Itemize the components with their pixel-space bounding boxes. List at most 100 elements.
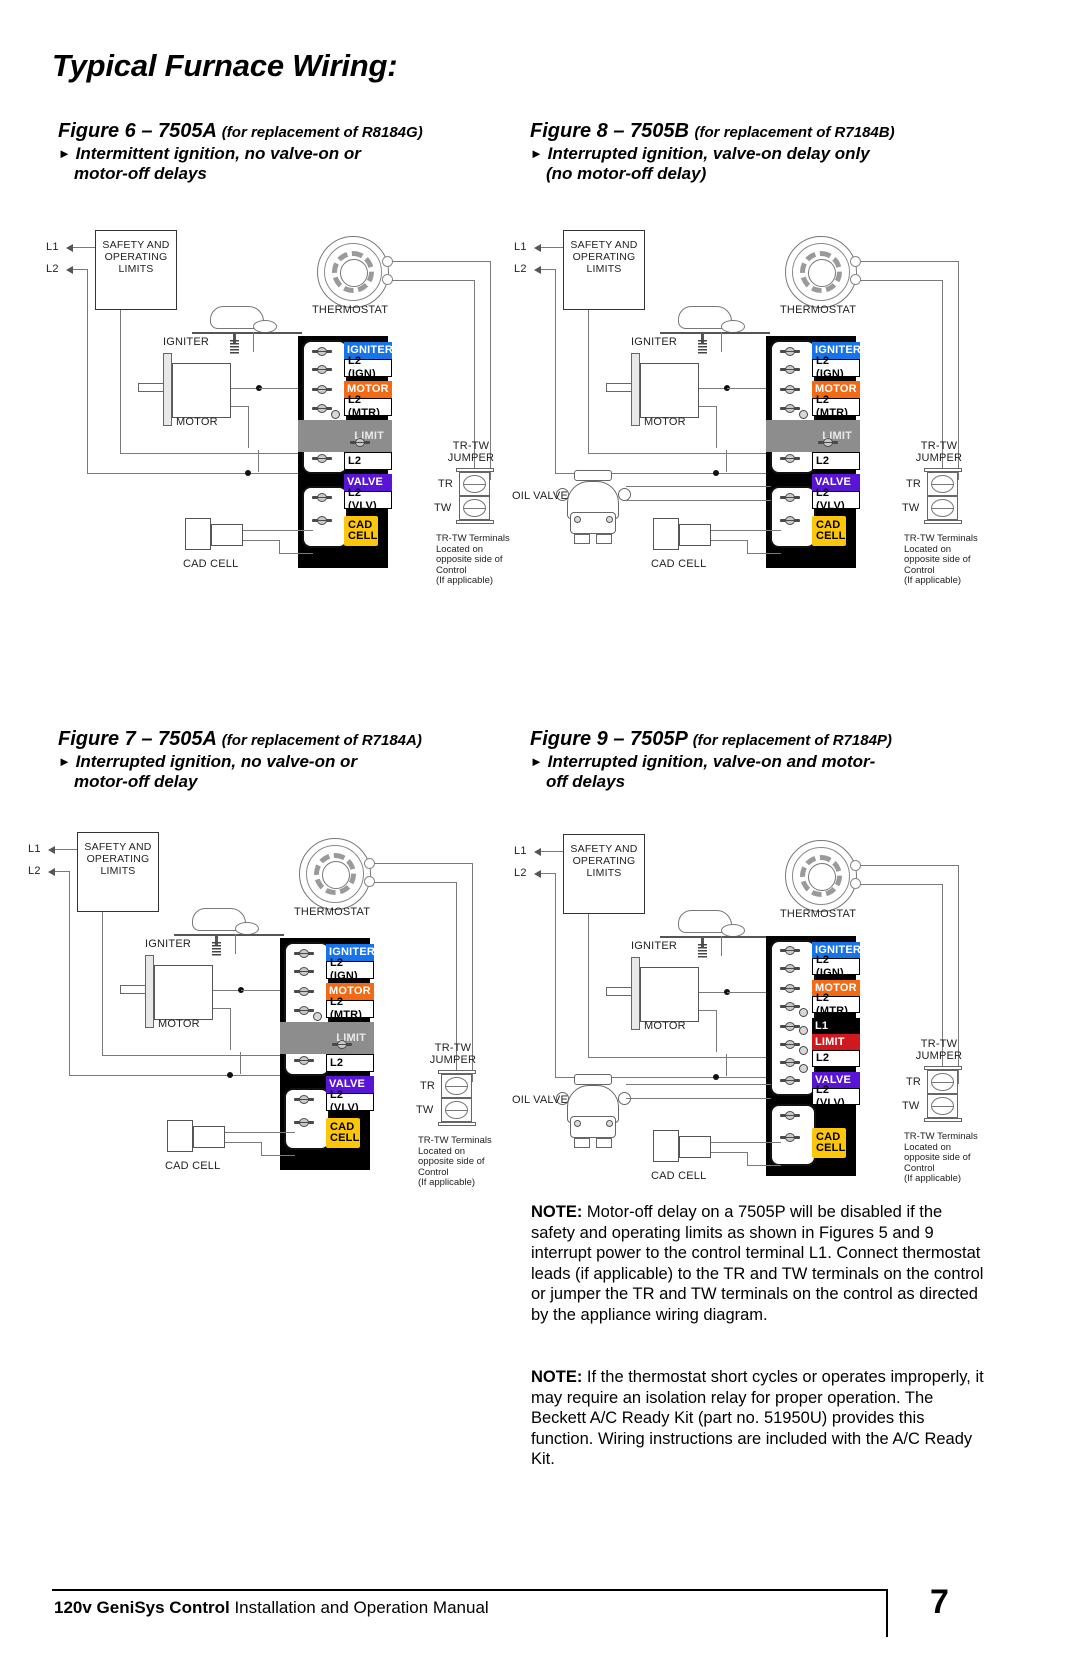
figure-9-subtitle: (for replacement of R7184P)	[692, 732, 892, 749]
wire	[716, 406, 717, 448]
wire	[259, 388, 301, 389]
terminal-cad-cell: CAD CELL	[326, 1118, 360, 1148]
wire	[721, 332, 722, 352]
wire	[240, 1052, 241, 1074]
wire	[374, 863, 472, 864]
wire	[69, 1075, 284, 1076]
wire	[541, 873, 555, 874]
motor-shaft	[138, 383, 164, 392]
wire	[726, 450, 727, 472]
jumper-dot	[799, 1046, 808, 1055]
wire	[555, 269, 556, 473]
wire	[231, 406, 248, 407]
wire	[699, 406, 716, 407]
safety-limits-box: SAFETY AND OPERATING LIMITS	[95, 230, 177, 310]
wire	[699, 992, 726, 993]
safety-limits-box: SAFETY AND OPERATING LIMITS	[563, 834, 645, 914]
label-l1: L1	[514, 845, 527, 857]
igniter-bar	[660, 332, 770, 334]
figure-7-bullet-2: motor-off delay	[74, 772, 198, 791]
motor-plate	[631, 957, 640, 1030]
wire	[213, 990, 240, 991]
jumper-dot	[313, 1012, 322, 1021]
label-thermostat: THERMOSTAT	[294, 906, 371, 918]
wire	[626, 486, 771, 487]
label-l2: L2	[28, 865, 41, 877]
thermostat-core	[322, 861, 350, 889]
wire	[248, 406, 249, 448]
figure-6-heading: Figure 6 – 7505A (for replacement of R81…	[58, 120, 423, 183]
wire	[699, 1010, 716, 1011]
wire	[279, 540, 280, 553]
label-trtw-jumper: TR-TW JUMPER	[915, 440, 963, 464]
terminal-l2-mtr: L2 (MTR)	[326, 996, 374, 1021]
wire	[230, 1008, 231, 1050]
wire	[225, 1132, 295, 1133]
tw-terminal	[927, 496, 958, 520]
wire	[711, 540, 747, 541]
wire	[711, 1152, 747, 1153]
tr-terminal	[927, 472, 958, 496]
wire	[55, 871, 69, 872]
wire	[102, 912, 103, 1055]
wire	[235, 934, 236, 954]
igniter-bar	[192, 332, 302, 334]
figure-8-title: Figure 8 – 7505B	[530, 120, 689, 142]
terminal-l2-ign: L2 (IGN)	[812, 954, 860, 979]
label-igniter: IGNITER	[631, 940, 678, 952]
igniter-bar	[174, 934, 284, 936]
terminal-l2-vlv: L2 (VLV)	[812, 1084, 860, 1109]
cad-cell-device-body	[679, 1136, 711, 1158]
terminal-l2: L2	[326, 1054, 374, 1072]
motor-shaft	[120, 985, 146, 994]
wire	[699, 388, 726, 389]
figure-7-diagram: L1 L2 SAFETY AND OPERATING LIMITS IGNITE…	[22, 830, 492, 1190]
label-l1: L1	[28, 843, 41, 855]
terminal-l2-mtr: L2 (MTR)	[812, 992, 860, 1017]
wire	[588, 310, 589, 453]
thermostat-dial-icon	[785, 840, 857, 912]
figure-6-bullet-1: Intermittent ignition, no valve-on or	[75, 144, 361, 163]
wire	[588, 914, 589, 1057]
manual-page: Typical Furnace Wiring: Figure 6 – 7505A…	[0, 0, 1080, 1669]
jumper-dot	[799, 1064, 808, 1073]
label-oil-valve: OIL VALVE	[512, 1094, 569, 1106]
l1-arrow-icon	[534, 848, 541, 856]
wire	[102, 1055, 284, 1056]
motor-body	[640, 363, 699, 418]
wire	[747, 553, 781, 554]
label-igniter: IGNITER	[163, 336, 210, 348]
terminal-l2-vlv: L2 (VLV)	[344, 487, 392, 512]
wire	[374, 882, 456, 883]
cad-cell-device	[653, 518, 679, 550]
figure-8-bullet-1: Interrupted ignition, valve-on delay onl…	[547, 144, 870, 163]
label-motor: MOTOR	[176, 416, 218, 428]
wire	[243, 530, 313, 531]
wire	[860, 884, 942, 885]
trtw-terminals-note: TR-TW Terminals Located on opposite side…	[418, 1135, 492, 1188]
wire	[541, 247, 563, 248]
terminal-l2: L2	[812, 1050, 860, 1067]
wire	[87, 269, 88, 473]
label-motor: MOTOR	[644, 416, 686, 428]
l1-arrow-icon	[534, 244, 541, 252]
figure-6-bullet-2: motor-off delays	[74, 164, 207, 183]
wire	[860, 865, 958, 866]
terminal-l2-ign: L2 (IGN)	[326, 957, 374, 982]
jumper-dot	[799, 1008, 808, 1017]
label-cad-cell: CAD CELL	[183, 558, 239, 570]
figure-8-heading: Figure 8 – 7505B (for replacement of R71…	[530, 120, 895, 183]
jumper-dot	[331, 410, 340, 419]
label-igniter: IGNITER	[631, 336, 678, 348]
terminal-cad-cell: CAD CELL	[812, 1128, 846, 1158]
figure-7-bullet-1: Interrupted ignition, no valve-on or	[75, 752, 358, 771]
wire	[261, 1142, 262, 1155]
safety-limits-box: SAFETY AND OPERATING LIMITS	[77, 832, 159, 912]
tw-terminal	[459, 496, 490, 520]
motor-body	[640, 967, 699, 1022]
label-tr: TR	[420, 1080, 436, 1092]
l2-arrow-icon	[534, 870, 541, 878]
igniter-coil-icon	[212, 942, 221, 956]
tr-terminal	[459, 472, 490, 496]
terminal-cad-cell: CAD CELL	[344, 516, 378, 546]
